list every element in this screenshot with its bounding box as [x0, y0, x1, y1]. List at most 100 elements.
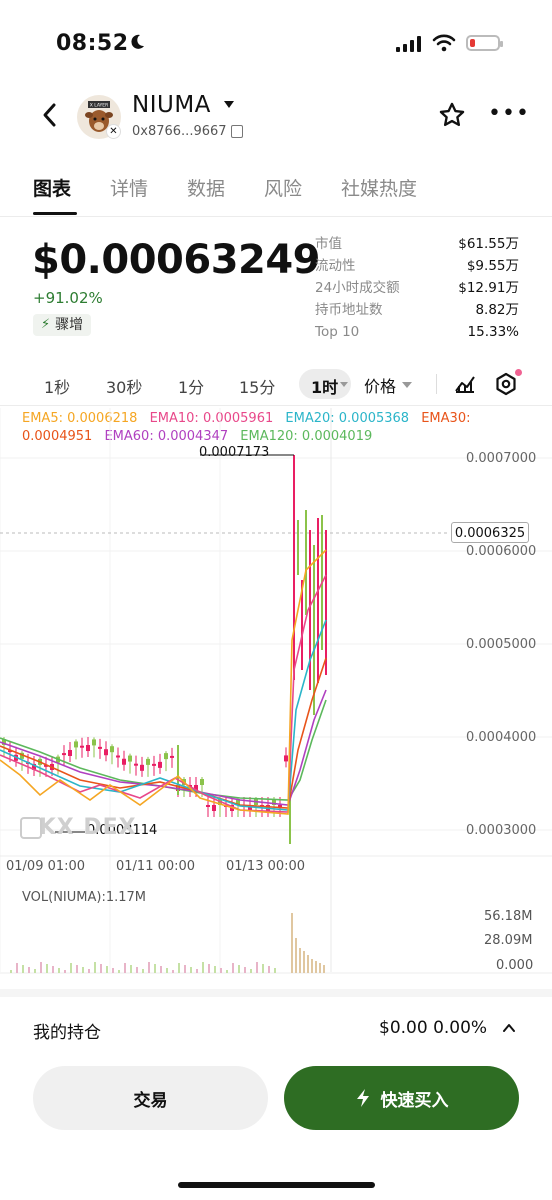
tab-social[interactable]: 社媒热度 [341, 174, 417, 201]
price-mode-select[interactable]: 价格 [364, 373, 396, 397]
vol-y-label-2: 0.000 [496, 958, 534, 973]
volume-bar [315, 961, 317, 973]
trade-button[interactable]: 交易 [33, 1066, 268, 1130]
y-label-0: 0.0007000 [466, 451, 537, 466]
token-address: 0x8766...9667 [132, 124, 227, 139]
volume-bar [299, 948, 301, 973]
volume-bar [70, 963, 72, 973]
interval-1s[interactable]: 1秒 [44, 374, 70, 398]
trend-badge: ⚡ 骤增 [33, 314, 92, 336]
y-label-2: 0.0005000 [466, 637, 537, 652]
interval-15m[interactable]: 15分 [239, 374, 275, 398]
token-stats: 市值 $61.55万 流动性 $9.55万 24小时成交额 $12.91万 持币地址数… [315, 233, 519, 343]
bolt-icon: ⚡ [41, 317, 51, 332]
volume-bar [256, 962, 258, 973]
volume-bar [291, 913, 293, 973]
volume-bar [208, 964, 210, 973]
y-label-4: 0.0003000 [466, 823, 537, 838]
volume-bar [124, 963, 126, 973]
ema10-line [0, 574, 327, 813]
high-price-label: 0.0007173 [199, 445, 270, 460]
volume-bar [82, 967, 84, 973]
volume-bar [76, 965, 78, 973]
candle [170, 755, 174, 758]
volume-bar [268, 966, 270, 973]
candle [134, 763, 138, 766]
y-label-3: 0.0004000 [466, 730, 537, 745]
toolbar-separator [436, 374, 437, 394]
candle [206, 805, 210, 807]
tab-risk[interactable]: 风险 [264, 174, 302, 201]
price-mode-caret-icon[interactable] [402, 382, 412, 388]
signal-icon [396, 36, 421, 52]
volume-bar [262, 964, 264, 973]
volume-bar [112, 968, 114, 973]
vol-y-label-1: 28.09M [484, 933, 533, 948]
volume-bar [40, 962, 42, 973]
volume-bar [142, 969, 144, 973]
tab-chart[interactable]: 图表 [33, 174, 71, 201]
interval-caret-icon[interactable] [340, 382, 348, 387]
token-dropdown-caret-icon[interactable] [224, 101, 234, 108]
fullscreen-expand-icon[interactable] [20, 817, 42, 839]
volume-bar [323, 965, 325, 973]
volume-bar [238, 965, 240, 973]
volume-bar [311, 959, 313, 973]
more-options-icon[interactable]: ••• [488, 103, 530, 125]
volume-bar [232, 963, 234, 973]
token-name[interactable]: NIUMA [132, 92, 211, 118]
interval-selected-label[interactable]: 1时 [311, 374, 338, 398]
volume-bar [130, 965, 132, 973]
lightning-icon [356, 1089, 369, 1107]
chevron-up-icon[interactable] [502, 1021, 516, 1035]
candle [122, 758, 126, 765]
volume-bar [172, 970, 174, 973]
indicator-chart-icon[interactable] [454, 372, 476, 394]
volume-bar [16, 963, 18, 973]
status-time: 08:52 [56, 31, 129, 56]
stat-holders: 持币地址数 8.82万 [315, 302, 519, 318]
stat-24h-volume: 24小时成交额 $12.91万 [315, 280, 519, 296]
volume-bar [88, 969, 90, 973]
volume-bar [34, 969, 36, 973]
volume-bar [244, 967, 246, 973]
back-arrow-icon[interactable] [38, 100, 62, 130]
candle [146, 758, 150, 765]
volume-bar [202, 962, 204, 973]
current-price: $0.00063249 [32, 237, 321, 283]
volume-bar [319, 963, 321, 973]
settings-icon[interactable] [495, 372, 517, 396]
copy-icon[interactable] [231, 125, 243, 138]
candle [140, 764, 144, 771]
volume-bar [136, 967, 138, 973]
candle [92, 739, 96, 746]
volume-bar [166, 968, 168, 973]
holdings-value: $0.00 0.00% [379, 1018, 488, 1038]
tab-data[interactable]: 数据 [187, 174, 225, 201]
volume-bar [178, 963, 180, 973]
battery-icon [466, 35, 503, 51]
ema20-line [0, 619, 327, 811]
volume-bar [106, 966, 108, 973]
interval-1m[interactable]: 1分 [178, 374, 204, 398]
volume-bar [160, 966, 162, 973]
volume-bar [58, 968, 60, 973]
price-change: +91.02% [33, 289, 103, 307]
candle [200, 779, 204, 785]
candle [110, 746, 114, 753]
candle [164, 753, 168, 760]
tab-details[interactable]: 详情 [110, 174, 148, 201]
candle [74, 741, 78, 748]
volume-bar [226, 970, 228, 973]
quick-buy-button[interactable]: 快速买入 [284, 1066, 519, 1130]
vol-y-label-0: 56.18M [484, 909, 533, 924]
volume-bar [307, 955, 309, 973]
holdings-label: 我的持仓 [33, 1023, 101, 1043]
candle [152, 763, 156, 766]
interval-30s[interactable]: 30秒 [106, 374, 142, 398]
candle [98, 746, 102, 749]
favorite-star-icon[interactable] [438, 101, 466, 129]
volume-bar [100, 964, 102, 973]
volume-bar [52, 966, 54, 973]
volume-bar [10, 970, 12, 973]
